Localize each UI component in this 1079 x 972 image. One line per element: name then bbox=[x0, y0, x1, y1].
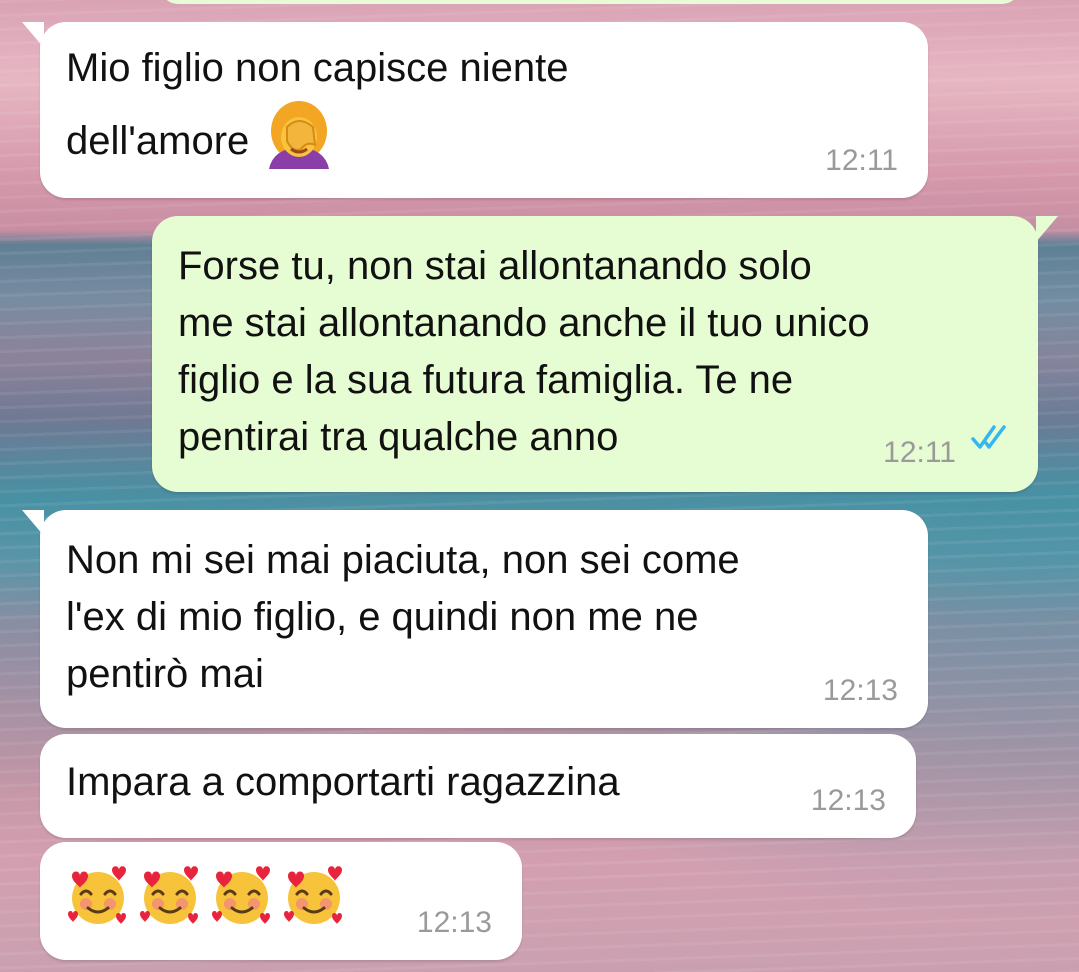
message-text: pentirò mai bbox=[66, 652, 264, 696]
previous-message-bubble bbox=[160, 0, 1020, 4]
message-bubble-outgoing[interactable]: Forse tu, non stai allontanando solo me … bbox=[152, 216, 1058, 492]
message-timestamp: 12:13 bbox=[416, 906, 492, 939]
message-text: l'ex di mio figlio, e quindi non me ne bbox=[66, 595, 699, 639]
smiling-face-with-hearts-icon bbox=[64, 862, 132, 946]
message-text: Impara a comportarti ragazzina bbox=[66, 760, 620, 804]
message-timestamp: 12:13 bbox=[810, 784, 886, 817]
message-text: pentirai tra qualche anno bbox=[178, 415, 619, 459]
message-text: Mio figlio non capisce niente bbox=[66, 46, 569, 90]
message-text: figlio e la sua futura famiglia. Te ne bbox=[178, 358, 794, 402]
message-text: me stai allontanando anche il tuo unico bbox=[178, 301, 870, 345]
message-timestamp: 12:13 bbox=[822, 674, 898, 707]
smiling-face-with-hearts-icon bbox=[208, 862, 276, 946]
message-text: Forse tu, non stai allontanando solo bbox=[178, 244, 812, 288]
message-bubble-incoming[interactable]: 12:13 bbox=[40, 842, 522, 960]
message-text: dell'amore bbox=[66, 118, 250, 163]
message-timestamp: 12:11 bbox=[825, 144, 898, 177]
smiling-face-with-hearts-icon bbox=[280, 862, 348, 946]
emoji-row bbox=[64, 862, 348, 946]
message-timestamp: 12:11 bbox=[883, 436, 956, 469]
message-bubble-incoming[interactable]: Impara a comportarti ragazzina 12:13 bbox=[40, 734, 916, 838]
message-text: Non mi sei mai piaciuta, non sei come bbox=[66, 538, 740, 582]
smiling-face-with-hearts-icon bbox=[136, 862, 204, 946]
woman-facepalming-icon bbox=[263, 97, 335, 185]
message-bubble-incoming[interactable]: Non mi sei mai piaciuta, non sei come l'… bbox=[22, 510, 928, 728]
double-check-read-icon bbox=[970, 411, 1016, 468]
message-bubble-incoming[interactable]: Mio figlio non capisce niente dell'amore… bbox=[22, 22, 928, 198]
